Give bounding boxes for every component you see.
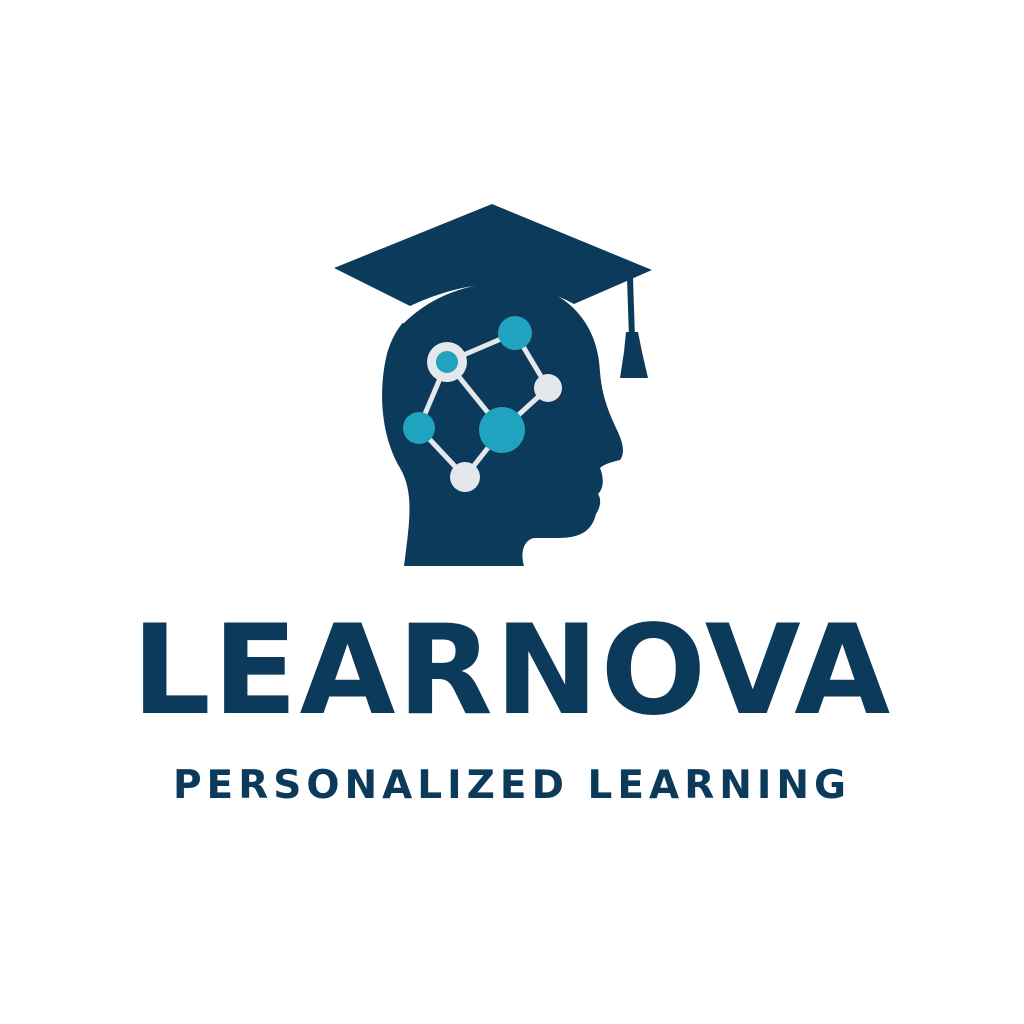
brand-name: LEARNOVA <box>131 599 893 743</box>
network-node <box>403 412 435 444</box>
network-node-core <box>436 351 458 373</box>
logo-emblem <box>334 204 652 566</box>
logo-page: LEARNOVA PERSONALIZED LEARNING <box>0 0 1024 1024</box>
network-node <box>450 462 480 492</box>
brand-tagline: PERSONALIZED LEARNING <box>172 763 852 808</box>
network-node <box>498 316 532 350</box>
network-node <box>534 374 562 402</box>
network-node <box>479 407 525 453</box>
